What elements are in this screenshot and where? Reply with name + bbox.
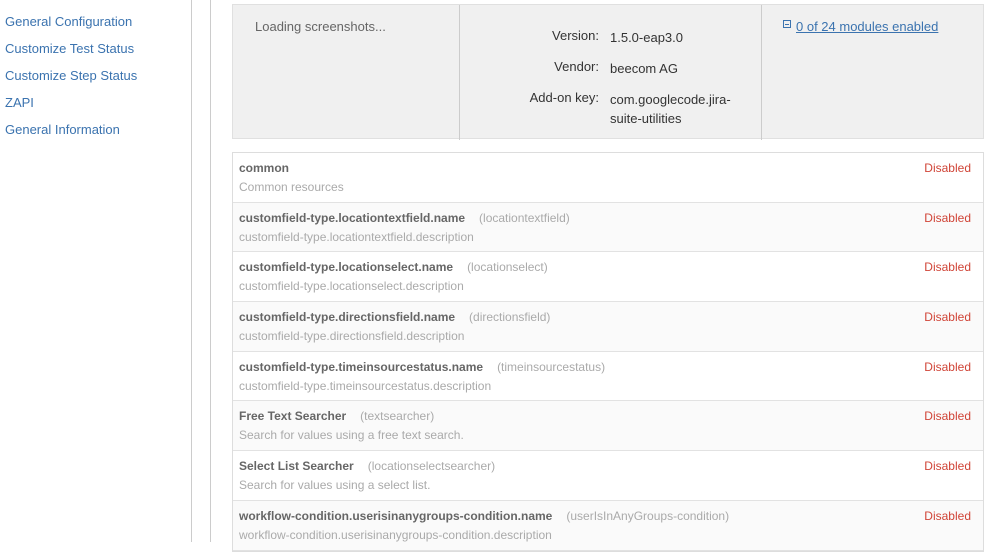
module-description: customfield-type.timeinsourcestatus.desc… xyxy=(239,378,492,393)
sidebar-item-zapi[interactable]: ZAPI xyxy=(5,95,137,122)
module-name: workflow-condition.userisinanygroups-con… xyxy=(239,508,553,523)
module-status: Disabled xyxy=(924,459,971,474)
sidebar-nav: General Configuration Customize Test Sta… xyxy=(5,14,137,149)
version-label: Version: xyxy=(552,28,599,43)
sidebar-item-customize-test-status[interactable]: Customize Test Status xyxy=(5,41,137,68)
module-row: customfield-type.directionsfield.name (di… xyxy=(233,302,983,352)
sidebar-item-general-configuration[interactable]: General Configuration xyxy=(5,14,137,41)
module-row: customfield-type.locationselect.name (loc… xyxy=(233,252,983,303)
sidebar-item-general-information[interactable]: General Information xyxy=(5,122,137,149)
module-key: (textsearcher) xyxy=(360,409,435,424)
sidebar-item-label: General Configuration xyxy=(5,14,133,29)
vendor-value: beecom AG xyxy=(610,61,678,76)
addon-key-label: Add-on key: xyxy=(529,90,599,105)
module-name: customfield-type.locationselect.name xyxy=(239,260,454,275)
module-status: Disabled xyxy=(924,508,971,523)
module-row: common Common resources Disabled xyxy=(233,153,983,203)
module-row: Select List Searcher (locationselectsearc… xyxy=(233,451,983,501)
module-name: Free Text Searcher xyxy=(239,409,347,424)
screenshots-column: Loading screenshots... xyxy=(233,5,459,140)
module-status: Disabled xyxy=(924,260,971,275)
module-key: (userIsInAnyGroups-condition) xyxy=(566,508,730,523)
sidebar-item-label: Customize Step Status xyxy=(5,68,138,83)
sidebar: General Configuration Customize Test Sta… xyxy=(0,0,192,542)
main-content: Loading screenshots... Version: 1.5.0-ea… xyxy=(210,0,999,552)
module-status: Disabled xyxy=(924,161,971,175)
module-row: customfield-type.timeinsourcestatus.name… xyxy=(233,351,983,402)
screenshots-loading-text: Loading screenshots... xyxy=(255,19,386,34)
module-status: Disabled xyxy=(924,359,971,374)
module-description: Search for values using a free text sear… xyxy=(239,428,464,443)
module-row: workflow-condition.userisinanygroups-con… xyxy=(233,500,983,551)
module-description: workflow-condition.userisinanygroups-con… xyxy=(239,527,552,542)
module-name: common xyxy=(239,161,290,175)
module-status: Disabled xyxy=(924,210,971,225)
plugin-details-column: Version: 1.5.0-eap3.0 Vendor: beecom AG … xyxy=(459,5,762,140)
module-key: (locationselect) xyxy=(467,260,548,275)
module-name: Select List Searcher xyxy=(239,459,354,474)
module-status: Disabled xyxy=(924,310,971,325)
module-name: customfield-type.timeinsourcestatus.name xyxy=(239,359,484,374)
module-name: customfield-type.directionsfield.name xyxy=(239,310,456,325)
sidebar-item-label: General Information xyxy=(5,122,120,137)
modules-toggle[interactable]: 0 of 24 modules enabled xyxy=(783,19,938,34)
sidebar-item-customize-step-status[interactable]: Customize Step Status xyxy=(5,68,137,95)
module-description: customfield-type.locationtextfield.descr… xyxy=(239,229,474,244)
modules-column: 0 of 24 modules enabled xyxy=(762,5,983,140)
module-key: (directionsfield) xyxy=(469,310,551,325)
module-status: Disabled xyxy=(924,409,971,424)
module-key: (timeinsourcestatus) xyxy=(497,359,606,374)
collapse-icon[interactable] xyxy=(783,19,791,28)
vendor-label: Vendor: xyxy=(554,59,599,74)
module-name: customfield-type.locationtextfield.name xyxy=(239,210,466,225)
module-key: (locationtextfield) xyxy=(479,210,570,225)
module-description: customfield-type.directionsfield.descrip… xyxy=(239,329,465,344)
plugin-info-panel: Loading screenshots... Version: 1.5.0-ea… xyxy=(232,4,984,140)
version-value: 1.5.0-eap3.0 xyxy=(610,30,684,45)
module-description: Search for values using a select list. xyxy=(239,478,431,493)
module-list: common Common resources Disabled customf… xyxy=(232,152,984,552)
module-description: Common resources xyxy=(239,180,344,194)
addon-key-value: com.googlecode.jira-suite-utilities xyxy=(610,92,731,126)
sidebar-item-label: Customize Test Status xyxy=(5,41,135,56)
sidebar-item-label: ZAPI xyxy=(5,95,34,110)
module-row: Free Text Searcher (textsearcher) Search … xyxy=(233,401,983,452)
module-description: customfield-type.locationselect.descript… xyxy=(239,279,464,294)
module-key: (locationselectsearcher) xyxy=(367,459,496,474)
module-row: customfield-type.locationtextfield.name (… xyxy=(233,202,983,253)
modules-enabled-link[interactable]: 0 of 24 modules enabled xyxy=(796,19,938,34)
